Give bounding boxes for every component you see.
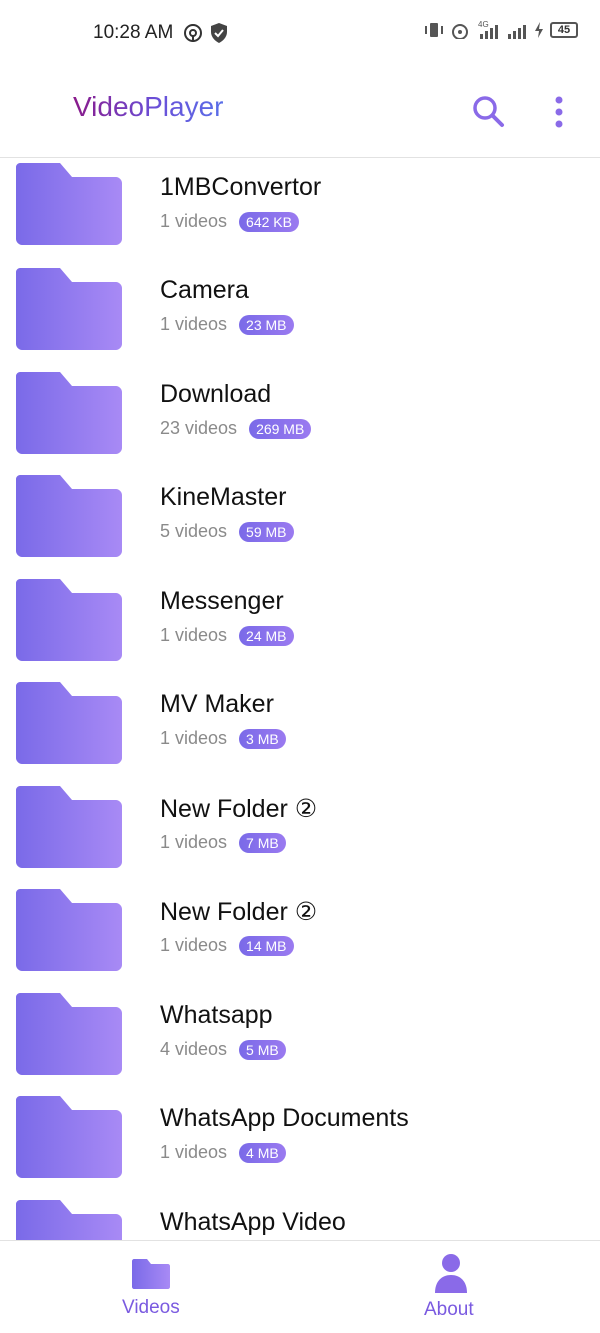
nav-videos-label: Videos (122, 1297, 180, 1318)
folder-meta: 1 videos 3 MB (160, 728, 286, 749)
size-badge: 23 MB (239, 314, 294, 335)
status-right-icons: 4G 45 (424, 20, 578, 40)
folder-item[interactable]: New Folder ② 1 videos 7 MB (0, 780, 600, 883)
folder-name: Download (160, 380, 272, 408)
person-icon (435, 1254, 467, 1293)
folder-icon (132, 1259, 170, 1289)
folder-name: New Folder ② (160, 898, 318, 926)
video-count: 1 videos (160, 832, 228, 852)
folder-icon (16, 268, 122, 350)
folder-name: WhatsApp Video (160, 1208, 346, 1236)
folder-icon (16, 889, 122, 971)
video-count: 1 videos (160, 314, 228, 334)
video-count: 1 videos (160, 1142, 228, 1162)
size-badge: 24 MB (239, 625, 294, 646)
size-badge: 5 MB (239, 1039, 286, 1060)
shield-icon (211, 23, 227, 43)
folder-meta: 1 videos 24 MB (160, 625, 294, 646)
charging-icon (535, 22, 543, 38)
video-count: 5 videos (160, 521, 228, 541)
folder-item[interactable]: WhatsApp Documents 1 videos 4 MB (0, 1090, 600, 1193)
video-count: 23 videos (160, 418, 238, 438)
folder-meta: 1 videos 23 MB (160, 314, 294, 335)
size-badge: 642 KB (239, 211, 299, 232)
folder-item[interactable]: KineMaster 5 videos 59 MB (0, 469, 600, 572)
folder-meta: 4 videos 5 MB (160, 1039, 286, 1060)
search-icon (473, 96, 504, 127)
folder-item[interactable]: WhatsApp Video (0, 1194, 600, 1240)
svg-text:4G: 4G (478, 20, 489, 29)
folder-item[interactable]: MV Maker 1 videos 3 MB (0, 676, 600, 779)
folder-meta: 1 videos 642 KB (160, 211, 299, 232)
folder-name: WhatsApp Documents (160, 1104, 409, 1132)
folder-icon (16, 1096, 122, 1178)
folder-item[interactable]: Camera 1 videos 23 MB (0, 262, 600, 365)
folder-icon (16, 682, 122, 764)
status-bar: 10:28 AM 4G 45 (0, 0, 600, 66)
signal-icon (508, 25, 526, 39)
folder-item[interactable]: Whatsapp 4 videos 5 MB (0, 987, 600, 1090)
folder-meta: 23 videos 269 MB (160, 418, 312, 439)
video-count: 1 videos (160, 211, 228, 231)
bottom-nav: Videos About (0, 1240, 600, 1333)
folder-icon (16, 1200, 122, 1240)
folder-icon (16, 579, 122, 661)
folder-name: Messenger (160, 587, 284, 615)
nav-about-label: About (424, 1299, 474, 1320)
folder-item[interactable]: Messenger 1 videos 24 MB (0, 573, 600, 676)
video-count: 4 videos (160, 1039, 228, 1059)
screen: 10:28 AM 4G 45 VideoPlayer 1MBConvertor … (0, 0, 600, 1333)
size-badge: 59 MB (239, 521, 294, 542)
folder-name: MV Maker (160, 690, 274, 718)
folder-icon (16, 993, 122, 1075)
search-button[interactable] (470, 93, 506, 129)
size-badge: 4 MB (239, 1142, 286, 1163)
nav-about[interactable]: About (300, 1241, 600, 1333)
folder-icon (16, 163, 122, 245)
status-left-icons (183, 22, 229, 44)
video-count: 1 videos (160, 625, 228, 645)
signal-4g-icon: 4G (478, 20, 498, 39)
folder-name: 1MBConvertor (160, 173, 322, 201)
folder-item[interactable]: 1MBConvertor 1 videos 642 KB (0, 159, 600, 262)
battery-icon: 45 (550, 22, 578, 38)
folder-icon (16, 372, 122, 454)
video-count: 1 videos (160, 935, 228, 955)
size-badge: 3 MB (239, 728, 286, 749)
hotspot-icon (184, 24, 202, 42)
folder-meta: 1 videos 14 MB (160, 935, 294, 956)
folder-item[interactable]: Download 23 videos 269 MB (0, 366, 600, 469)
folder-name: KineMaster (160, 483, 287, 511)
nav-videos[interactable]: Videos (0, 1241, 300, 1333)
more-vert-icon (555, 96, 563, 128)
folder-item[interactable]: New Folder ② 1 videos 14 MB (0, 883, 600, 986)
folder-meta: 1 videos 4 MB (160, 1142, 286, 1163)
wifi-calling-icon (452, 24, 468, 39)
folder-icon (16, 786, 122, 868)
folder-list: 1MBConvertor 1 videos 642 KB Camera 1 vi… (0, 159, 600, 1240)
size-badge: 7 MB (239, 832, 286, 853)
folder-name: New Folder ② (160, 795, 318, 823)
folder-meta: 5 videos 59 MB (160, 521, 294, 542)
size-badge: 14 MB (239, 935, 294, 956)
folder-name: Camera (160, 276, 249, 304)
more-options-button[interactable] (546, 94, 572, 130)
app-bar: VideoPlayer (0, 66, 600, 158)
size-badge: 269 MB (249, 418, 312, 439)
vibrate-icon (425, 23, 443, 37)
folder-meta: 1 videos 7 MB (160, 832, 286, 853)
video-count: 1 videos (160, 728, 228, 748)
status-time: 10:28 AM (93, 22, 174, 43)
folder-icon (16, 475, 122, 557)
folder-name: Whatsapp (160, 1001, 273, 1029)
app-title: VideoPlayer (73, 91, 224, 122)
